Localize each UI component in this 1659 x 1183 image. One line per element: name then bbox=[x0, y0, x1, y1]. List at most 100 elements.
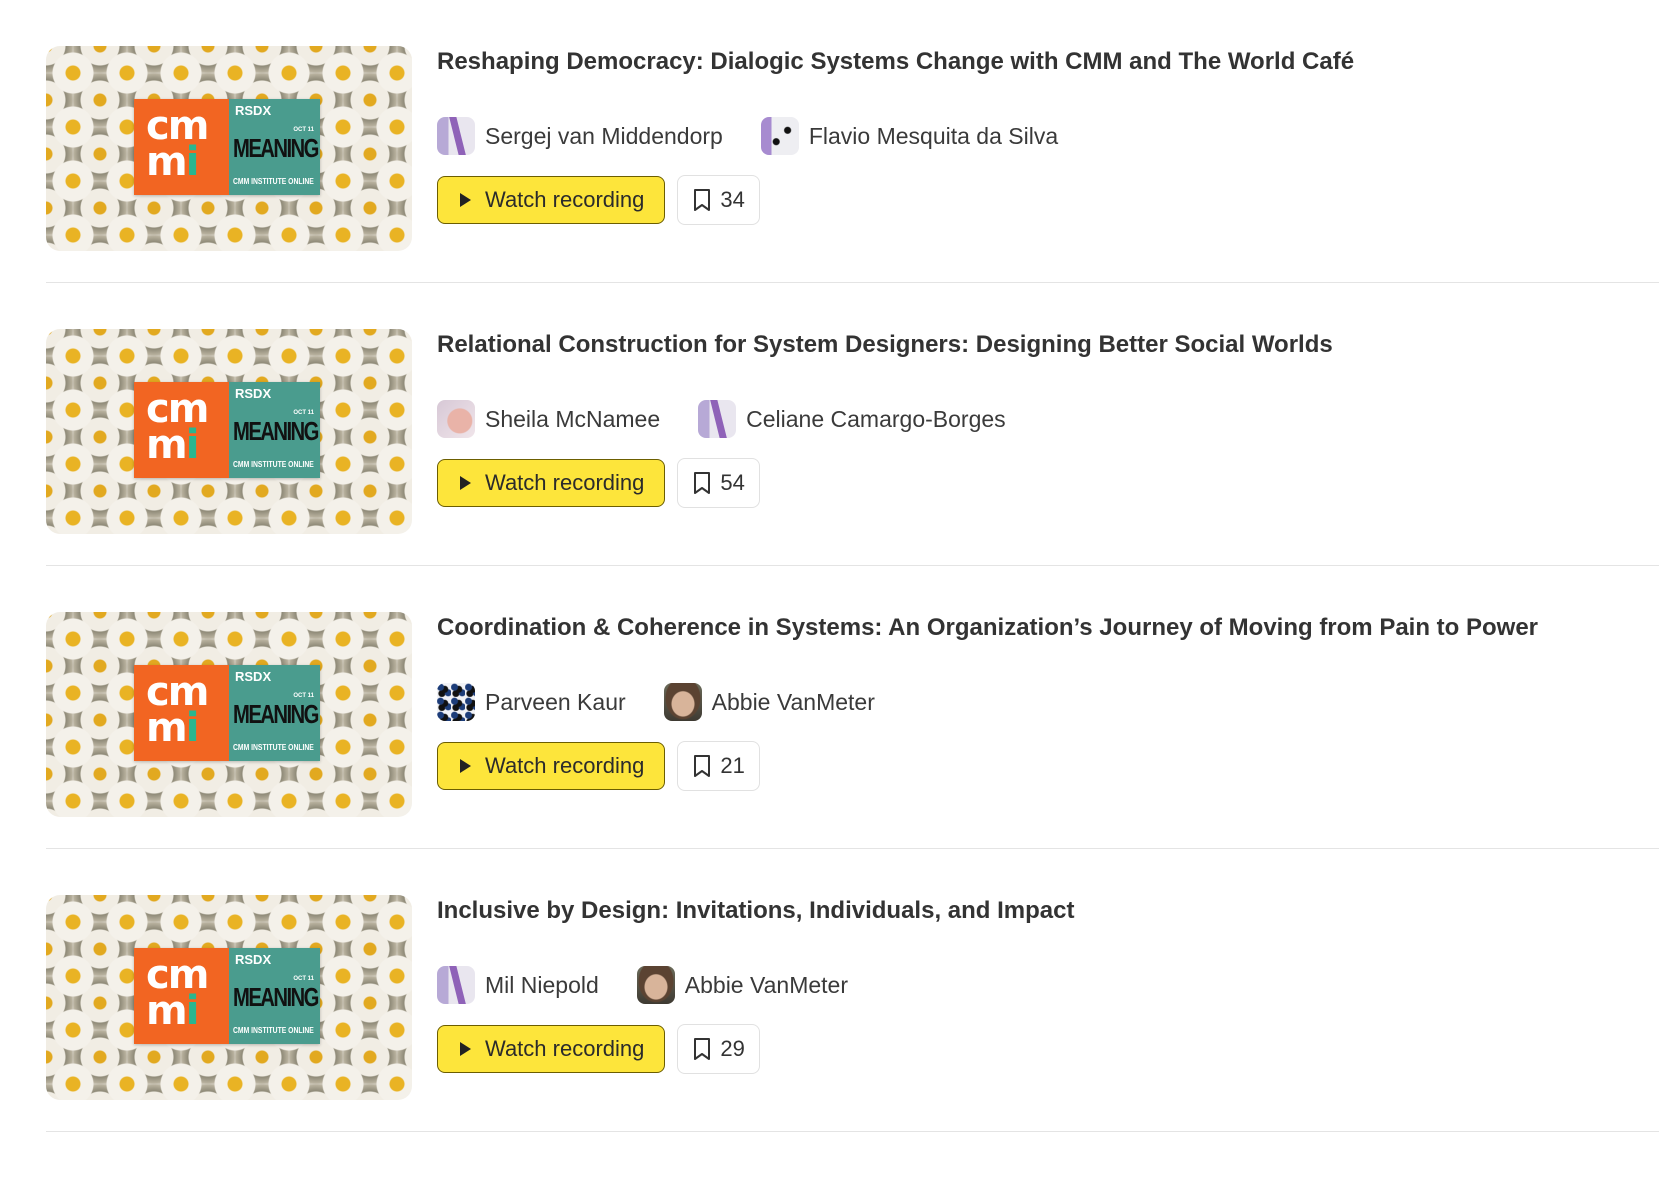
speaker[interactable]: Flavio Mesquita da Silva bbox=[760, 117, 1059, 155]
speaker[interactable]: Celiane Camargo-Borges bbox=[698, 400, 1006, 438]
watch-recording-label: Watch recording bbox=[485, 187, 645, 212]
bookmark-count: 21 bbox=[720, 753, 745, 778]
speaker-avatar bbox=[663, 683, 702, 721]
event-label-panel: RSDX OCT 11 MEANING CMM INSTITUTE ONLINE bbox=[229, 99, 320, 195]
event-logo: cm mi RSDX OCT 11 MEANING CMM INSTITUTE … bbox=[134, 99, 320, 195]
cmm-logo-mark: cm mi bbox=[134, 665, 229, 761]
event-org: CMM INSTITUTE ONLINE bbox=[233, 177, 314, 186]
logo-letter-m: m bbox=[146, 705, 188, 751]
session-item: cm mi RSDX OCT 11 MEANING CMM INSTITUTE … bbox=[46, 283, 1659, 566]
speaker[interactable]: Abbie VanMeter bbox=[636, 966, 848, 1004]
watch-recording-button[interactable]: Watch recording bbox=[437, 176, 666, 224]
play-icon bbox=[460, 193, 471, 207]
event-name: RSDX bbox=[235, 669, 272, 684]
cmm-logo-mark: cm mi bbox=[134, 99, 229, 195]
event-logo: cm mi RSDX OCT 11 MEANING CMM INSTITUTE … bbox=[134, 665, 320, 761]
event-org: CMM INSTITUTE ONLINE bbox=[233, 1026, 314, 1035]
speaker-avatar bbox=[698, 400, 737, 438]
session-actions: Watch recording 34 bbox=[437, 175, 760, 225]
event-logo: cm mi RSDX OCT 11 MEANING CMM INSTITUTE … bbox=[134, 382, 320, 478]
event-label-panel: RSDX OCT 11 MEANING CMM INSTITUTE ONLINE bbox=[229, 382, 320, 478]
speaker-name: Flavio Mesquita da Silva bbox=[808, 122, 1059, 149]
session-item: cm mi RSDX OCT 11 MEANING CMM INSTITUTE … bbox=[46, 849, 1659, 1132]
logo-letter-m: m bbox=[146, 422, 188, 468]
event-headline: MEANING bbox=[233, 133, 319, 163]
bookmark-icon bbox=[694, 755, 711, 777]
bookmark-count: 54 bbox=[720, 470, 745, 495]
speaker-name: Sheila McNamee bbox=[485, 405, 661, 432]
session-title[interactable]: Coordination & Coherence in Systems: An … bbox=[437, 614, 1538, 642]
play-icon bbox=[460, 476, 471, 490]
logo-text-mi: mi bbox=[146, 142, 199, 182]
bookmark-button[interactable]: 54 bbox=[677, 458, 760, 508]
logo-text-mi: mi bbox=[146, 425, 199, 465]
bookmark-button[interactable]: 21 bbox=[677, 741, 760, 791]
session-list: cm mi RSDX OCT 11 MEANING CMM INSTITUTE … bbox=[46, 0, 1659, 1132]
speaker-avatar bbox=[437, 400, 475, 438]
speaker-list: Mil Niepold Abbie VanMeter bbox=[437, 966, 886, 1004]
session-thumbnail[interactable]: cm mi RSDX OCT 11 MEANING CMM INSTITUTE … bbox=[46, 612, 412, 817]
speaker-name: Abbie VanMeter bbox=[684, 971, 848, 998]
session-title[interactable]: Inclusive by Design: Invitations, Indivi… bbox=[437, 897, 1074, 925]
session-thumbnail[interactable]: cm mi RSDX OCT 11 MEANING CMM INSTITUTE … bbox=[46, 329, 412, 534]
watch-recording-button[interactable]: Watch recording bbox=[437, 1025, 666, 1073]
watch-recording-label: Watch recording bbox=[485, 470, 645, 495]
logo-text-mi: mi bbox=[146, 708, 199, 748]
event-org: CMM INSTITUTE ONLINE bbox=[233, 743, 314, 752]
bookmark-button[interactable]: 29 bbox=[677, 1024, 760, 1074]
play-icon bbox=[460, 1042, 471, 1056]
speaker-name: Parveen Kaur bbox=[485, 688, 626, 715]
bookmark-icon bbox=[694, 1038, 711, 1060]
session-actions: Watch recording 54 bbox=[437, 458, 760, 508]
session-item: cm mi RSDX OCT 11 MEANING CMM INSTITUTE … bbox=[46, 566, 1659, 849]
event-org: CMM INSTITUTE ONLINE bbox=[233, 460, 314, 469]
speaker-name: Celiane Camargo-Borges bbox=[746, 405, 1006, 432]
logo-letter-i: i bbox=[185, 139, 200, 185]
play-icon bbox=[460, 759, 471, 773]
watch-recording-label: Watch recording bbox=[485, 1036, 645, 1061]
speaker-list: Parveen Kaur Abbie VanMeter bbox=[437, 683, 913, 721]
watch-recording-button[interactable]: Watch recording bbox=[437, 742, 666, 790]
logo-letter-i: i bbox=[185, 705, 200, 751]
session-thumbnail[interactable]: cm mi RSDX OCT 11 MEANING CMM INSTITUTE … bbox=[46, 895, 412, 1100]
speaker-name: Sergej van Middendorp bbox=[485, 122, 723, 149]
event-label-panel: RSDX OCT 11 MEANING CMM INSTITUTE ONLINE bbox=[229, 948, 320, 1044]
event-headline: MEANING bbox=[233, 982, 319, 1012]
session-item: cm mi RSDX OCT 11 MEANING CMM INSTITUTE … bbox=[46, 0, 1659, 283]
logo-letter-i: i bbox=[185, 422, 200, 468]
session-title[interactable]: Relational Construction for System Desig… bbox=[437, 331, 1333, 359]
watch-recording-button[interactable]: Watch recording bbox=[437, 459, 666, 507]
cmm-logo-mark: cm mi bbox=[134, 382, 229, 478]
logo-letter-m: m bbox=[146, 139, 188, 185]
bookmark-icon bbox=[694, 472, 711, 494]
speaker-list: Sergej van Middendorp Flavio Mesquita da… bbox=[437, 117, 1096, 155]
cmm-logo-mark: cm mi bbox=[134, 948, 229, 1044]
session-actions: Watch recording 29 bbox=[437, 1024, 760, 1074]
bookmark-count: 34 bbox=[720, 187, 745, 212]
speaker[interactable]: Mil Niepold bbox=[437, 966, 599, 1004]
speaker[interactable]: Sergej van Middendorp bbox=[437, 117, 723, 155]
session-title[interactable]: Reshaping Democracy: Dialogic Systems Ch… bbox=[437, 48, 1354, 76]
speaker-avatar bbox=[437, 683, 475, 721]
event-name: RSDX bbox=[235, 952, 272, 967]
bookmark-count: 29 bbox=[720, 1036, 745, 1061]
session-actions: Watch recording 21 bbox=[437, 741, 760, 791]
event-name: RSDX bbox=[235, 103, 272, 118]
speaker-name: Abbie VanMeter bbox=[711, 688, 875, 715]
speaker-list: Sheila McNamee Celiane Camargo-Borges bbox=[437, 400, 1044, 438]
speaker-avatar bbox=[437, 117, 475, 155]
speaker-avatar bbox=[437, 966, 475, 1004]
speaker[interactable]: Sheila McNamee bbox=[437, 400, 660, 438]
logo-letter-m: m bbox=[146, 988, 188, 1034]
event-headline: MEANING bbox=[233, 699, 319, 729]
speaker-name: Mil Niepold bbox=[485, 971, 599, 998]
logo-letter-i: i bbox=[185, 988, 200, 1034]
event-headline: MEANING bbox=[233, 416, 319, 446]
event-label-panel: RSDX OCT 11 MEANING CMM INSTITUTE ONLINE bbox=[229, 665, 320, 761]
event-name: RSDX bbox=[235, 386, 272, 401]
bookmark-button[interactable]: 34 bbox=[677, 175, 760, 225]
speaker[interactable]: Abbie VanMeter bbox=[663, 683, 875, 721]
event-logo: cm mi RSDX OCT 11 MEANING CMM INSTITUTE … bbox=[134, 948, 320, 1044]
speaker[interactable]: Parveen Kaur bbox=[437, 683, 626, 721]
session-thumbnail[interactable]: cm mi RSDX OCT 11 MEANING CMM INSTITUTE … bbox=[46, 46, 412, 251]
